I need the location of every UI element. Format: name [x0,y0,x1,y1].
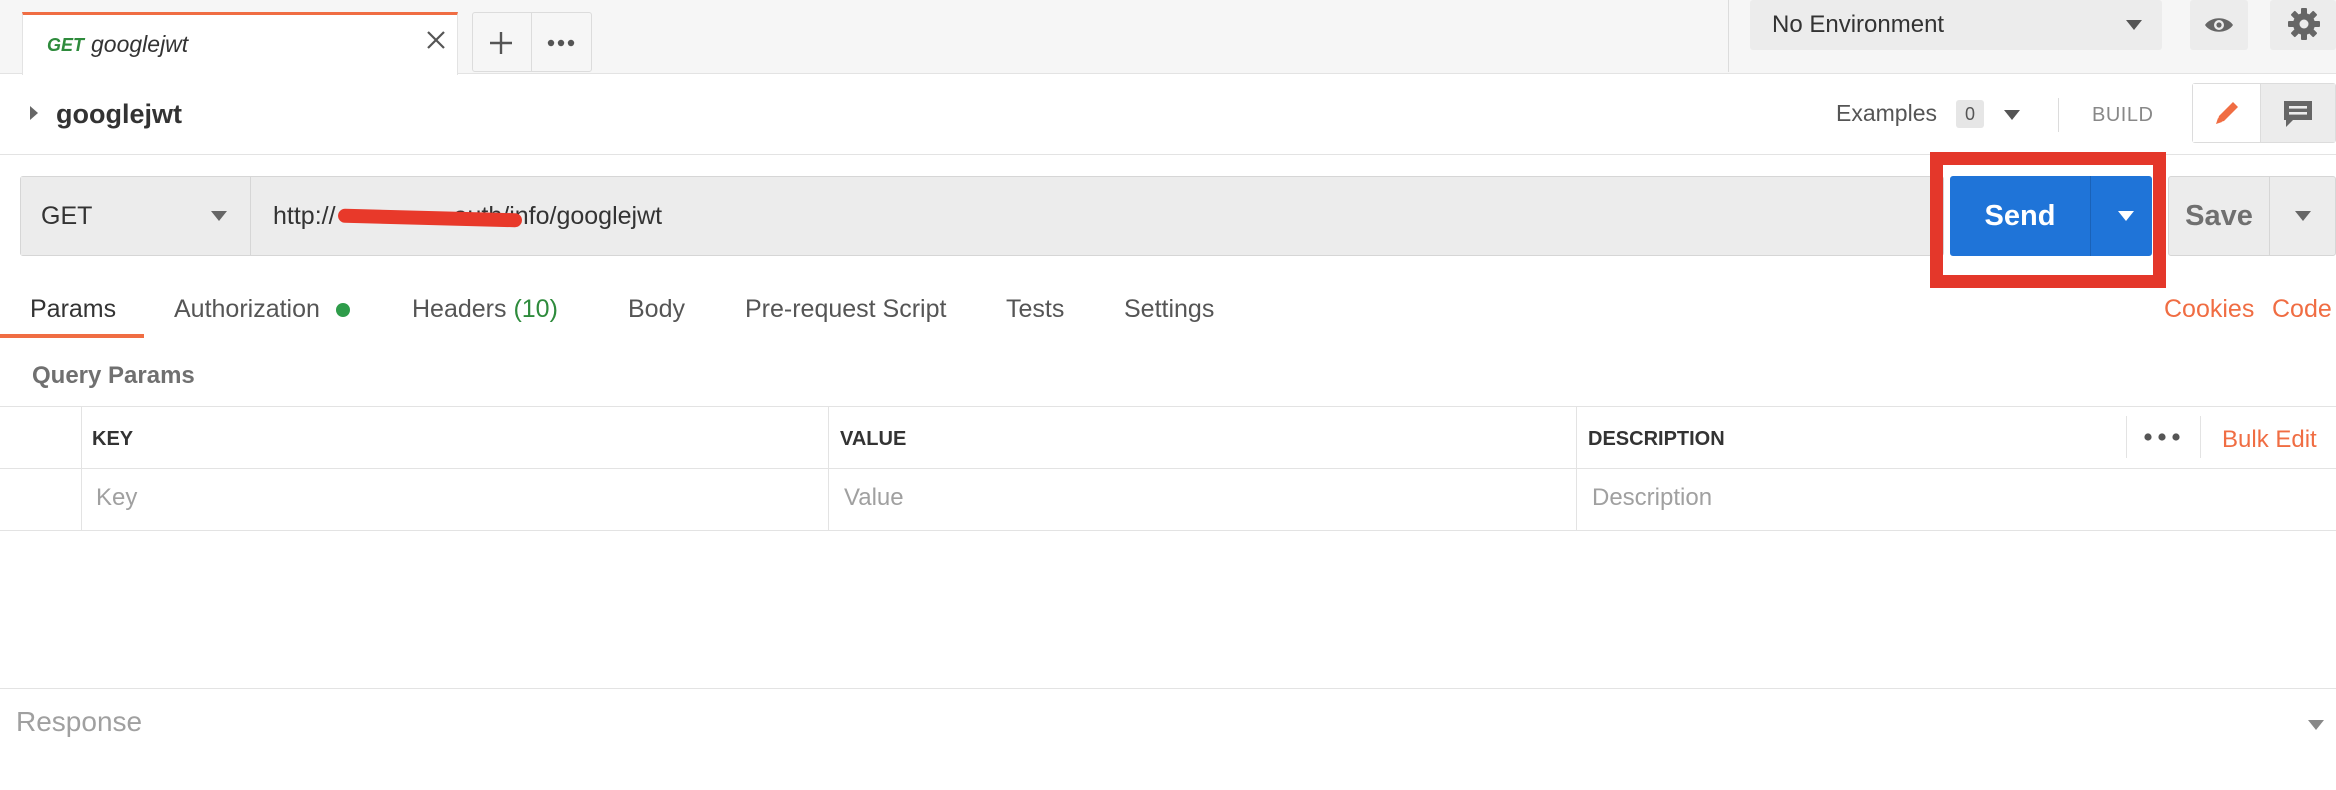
examples-count-badge: 0 [1956,100,1984,128]
auth-status-dot [336,303,350,317]
response-title: Response [16,706,143,737]
column-divider [828,406,829,530]
tab-settings[interactable]: Settings [1124,295,1214,324]
request-title: googlejwt [56,99,182,129]
tab-actions-group [472,12,592,72]
tab-pre-request-script[interactable]: Pre-request Script [745,295,946,324]
table-border-bottom [0,530,2336,531]
response-divider [0,688,2336,689]
edit-mode-button[interactable] [2193,84,2261,142]
tab-body[interactable]: Body [628,295,685,324]
settings-button[interactable] [2270,0,2336,50]
environment-selected-label: No Environment [1772,11,1945,38]
chevron-down-icon[interactable] [2295,211,2311,221]
column-divider [1576,406,1577,530]
tab-headers[interactable]: Headers (10) [412,295,558,324]
send-highlight-annotation [1930,152,2166,288]
tab-headers-count: (10) [513,295,558,323]
column-header-value: VALUE [840,428,907,450]
save-divider [2269,177,2270,255]
method-selected-label: GET [41,202,93,230]
request-tab[interactable]: GET googlejwt [22,12,458,75]
comments-button[interactable] [2261,84,2335,142]
column-divider [2126,416,2127,458]
environment-quick-look-button[interactable] [2190,0,2248,50]
tab-headers-label: Headers [412,295,507,323]
value-input[interactable]: Value [844,484,904,512]
tab-tests[interactable]: Tests [1006,295,1064,324]
chevron-down-icon [2126,20,2142,30]
key-input[interactable]: Key [96,484,137,512]
table-header-border [0,468,2336,469]
table-border-top [0,406,2336,407]
url-bar: GET [20,176,1944,256]
active-tab-indicator [0,334,144,338]
examples-button[interactable]: Examples [1836,100,1937,127]
tab-bar: GET googlejwt No Environment [0,0,2336,75]
tab-actions-divider [531,13,532,71]
save-button-group: Save [2168,176,2336,256]
tab-name-label: googlejwt [91,31,189,57]
plus-icon[interactable] [485,27,517,59]
comment-icon [2284,101,2312,127]
tab-params[interactable]: Params [30,295,116,324]
chevron-down-icon [211,211,227,221]
pencil-icon [2216,102,2238,124]
cookies-link[interactable]: Cookies [2164,295,2254,324]
chevron-down-icon[interactable] [2004,110,2020,120]
chevron-down-icon[interactable] [2308,720,2324,730]
method-select[interactable]: GET [21,177,251,255]
gear-icon [2288,8,2320,40]
column-header-key: KEY [92,428,134,450]
column-divider [2200,416,2201,458]
caret-right-icon[interactable] [30,106,38,120]
query-params-title: Query Params [32,362,195,389]
environment-select[interactable]: No Environment [1750,0,2162,50]
more-icon[interactable] [2142,431,2182,443]
bulk-edit-link[interactable]: Bulk Edit [2222,426,2317,454]
params-table: KEY VALUE DESCRIPTION Bulk Edit Key Valu… [0,406,2336,531]
environment-divider [1728,0,1729,72]
more-icon[interactable] [543,27,579,59]
tab-authorization[interactable]: Authorization [174,295,320,324]
eye-icon [2205,18,2233,32]
build-mode-label: BUILD [2092,104,2154,126]
description-input[interactable]: Description [1592,484,1712,512]
build-divider [2058,98,2059,132]
column-divider [81,406,82,530]
mode-toggle-group [2192,83,2336,143]
tab-method-label: GET [47,35,85,55]
close-icon[interactable] [419,23,453,57]
column-header-description: DESCRIPTION [1588,428,1725,450]
code-link[interactable]: Code [2272,295,2332,324]
save-button[interactable]: Save [2169,177,2269,255]
